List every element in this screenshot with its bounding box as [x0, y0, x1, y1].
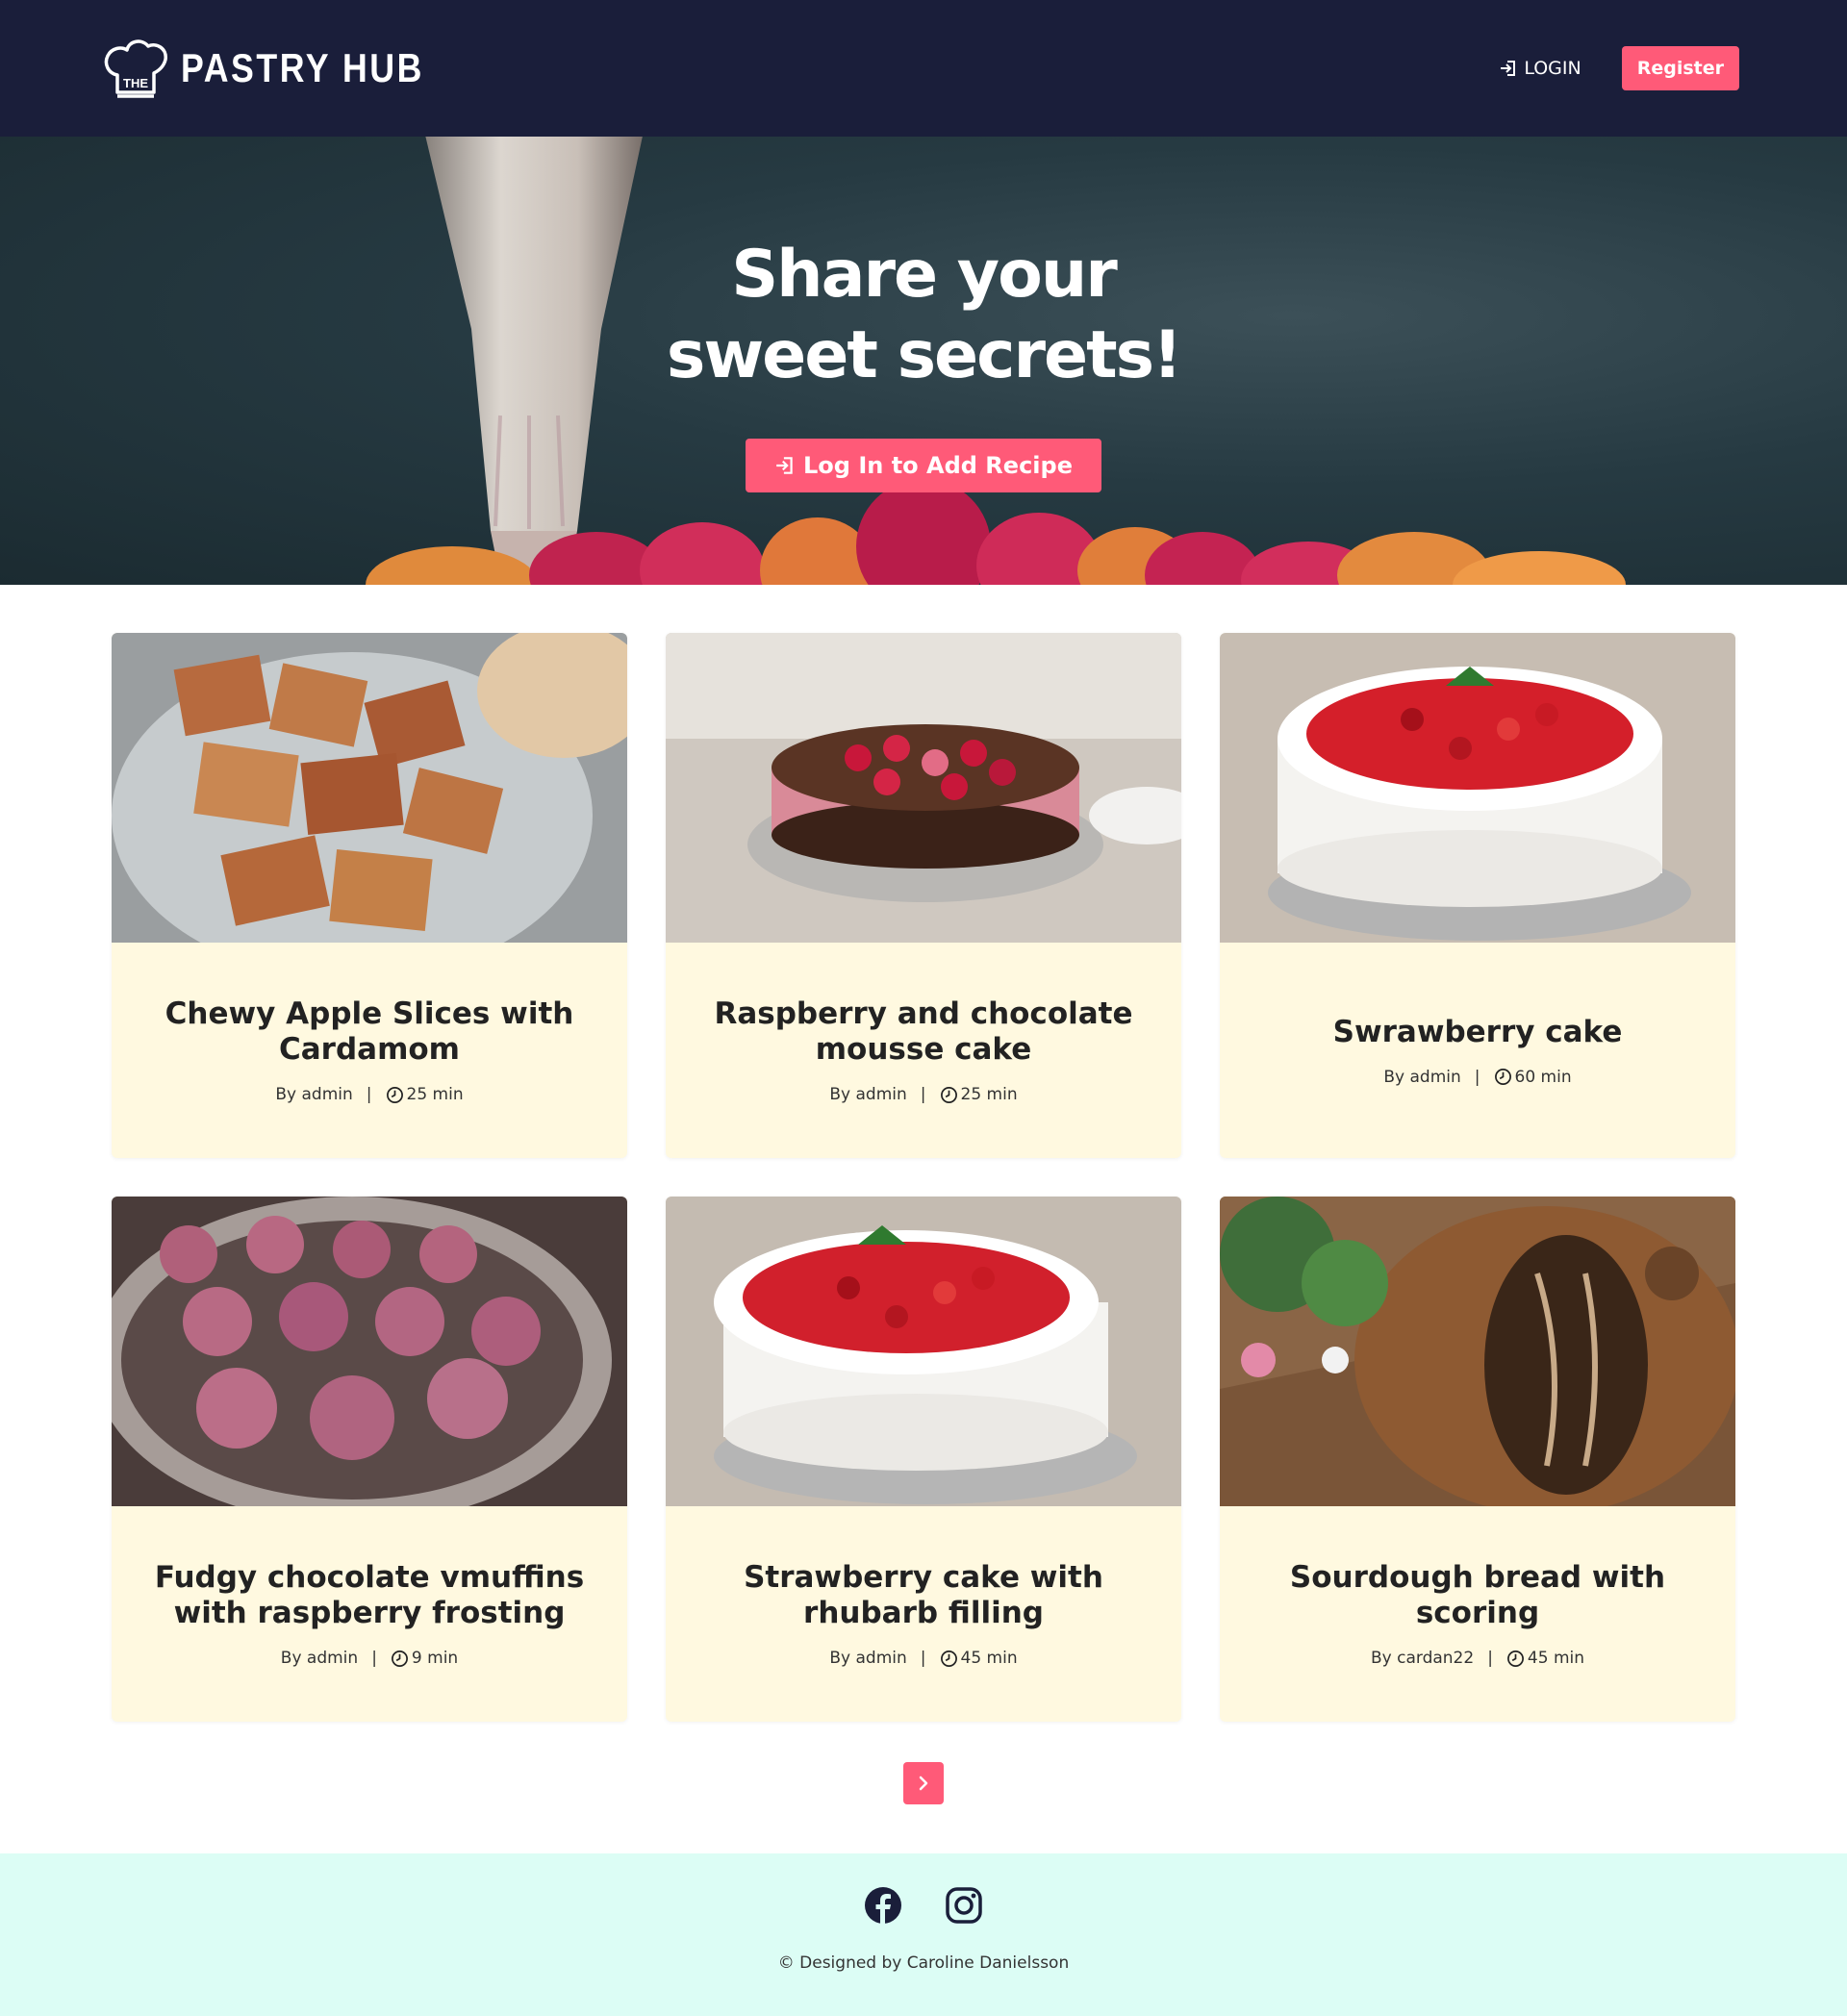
recipe-image-sourdough — [1220, 1197, 1735, 1506]
recipe-time-value: 9 min — [411, 1649, 459, 1668]
recipe-author: By admin — [275, 1085, 353, 1104]
recipe-time: 9 min — [391, 1649, 458, 1668]
recipe-image-mousse-cake — [666, 633, 1181, 943]
recipe-title[interactable]: Strawberry cake with rhubarb filling — [704, 1560, 1143, 1631]
meta-separator: | — [371, 1649, 377, 1668]
recipe-image-rhubarb-cake — [666, 1197, 1181, 1506]
recipe-time: 45 min — [1506, 1649, 1584, 1668]
recipe-time: 25 min — [386, 1085, 464, 1104]
recipe-author: By cardan22 — [1370, 1649, 1475, 1668]
recipe-title[interactable]: Raspberry and chocolate mousse cake — [704, 996, 1143, 1068]
recipe-card[interactable]: Sourdough bread with scoring By cardan22… — [1220, 1197, 1735, 1722]
recipe-title[interactable]: Sourdough bread with scoring — [1258, 1560, 1697, 1631]
add-recipe-login-button[interactable]: Log In to Add Recipe — [746, 439, 1101, 492]
recipe-image-strawberry-cake — [1220, 633, 1735, 943]
recipe-title[interactable]: Fudgy chocolate vmuffins with raspberry … — [150, 1560, 589, 1631]
chevron-right-icon — [919, 1776, 928, 1791]
recipe-card[interactable]: Swrawberry cake By admin | 60 min — [1220, 633, 1735, 1158]
clock-icon — [391, 1650, 408, 1667]
clock-icon — [1506, 1650, 1524, 1667]
recipe-meta: By admin | 9 min — [281, 1649, 458, 1668]
meta-separator: | — [1487, 1649, 1493, 1668]
login-icon — [1501, 61, 1516, 76]
instagram-icon[interactable] — [945, 1886, 983, 1925]
hero-content: Share your sweet secrets! Log In to Add … — [0, 137, 1847, 585]
recipe-card-body: Chewy Apple Slices with Cardamom By admi… — [112, 943, 627, 1158]
recipe-image-muffins — [112, 1197, 627, 1506]
navbar: THE PASTRY HUB LOGIN Register — [0, 0, 1847, 137]
clock-icon — [1494, 1069, 1511, 1085]
recipe-time-value: 60 min — [1514, 1067, 1572, 1087]
logo-text: THE — [123, 76, 148, 90]
footer: © Designed by Caroline Danielsson — [0, 1853, 1847, 2016]
meta-separator: | — [366, 1085, 372, 1104]
meta-separator: | — [1474, 1067, 1480, 1087]
recipe-card[interactable]: Raspberry and chocolate mousse cake By a… — [666, 633, 1181, 1158]
recipe-meta: By admin | 25 min — [275, 1085, 463, 1104]
recipe-grid: Chewy Apple Slices with Cardamom By admi… — [112, 633, 1735, 1722]
register-button[interactable]: Register — [1621, 46, 1739, 90]
recipe-card-body: Swrawberry cake By admin | 60 min — [1220, 943, 1735, 1158]
add-recipe-label: Log In to Add Recipe — [803, 452, 1073, 479]
hero-banner: Share your sweet secrets! Log In to Add … — [0, 137, 1847, 585]
recipe-title[interactable]: Swrawberry cake — [1333, 1015, 1623, 1050]
recipe-time-value: 45 min — [1527, 1649, 1585, 1668]
clock-icon — [940, 1086, 957, 1103]
recipe-card-body: Strawberry cake with rhubarb filling By … — [666, 1506, 1181, 1722]
recipe-card[interactable]: Strawberry cake with rhubarb filling By … — [666, 1197, 1181, 1722]
recipe-card-body: Sourdough bread with scoring By cardan22… — [1220, 1506, 1735, 1722]
recipe-time-value: 45 min — [960, 1649, 1018, 1668]
recipe-card-body: Fudgy chocolate vmuffins with raspberry … — [112, 1506, 627, 1722]
recipe-author: By admin — [280, 1649, 359, 1668]
recipe-title[interactable]: Chewy Apple Slices with Cardamom — [150, 996, 589, 1068]
login-link[interactable]: LOGIN — [1499, 58, 1581, 79]
login-icon — [776, 457, 793, 474]
recipe-time-value: 25 min — [406, 1085, 464, 1104]
recipe-card-body: Raspberry and chocolate mousse cake By a… — [666, 943, 1181, 1158]
footer-credit: © Designed by Caroline Danielsson — [777, 1953, 1070, 1973]
recipe-card[interactable]: Chewy Apple Slices with Cardamom By admi… — [112, 633, 627, 1158]
recipe-meta: By admin | 25 min — [829, 1085, 1017, 1104]
facebook-icon[interactable] — [864, 1886, 902, 1925]
meta-separator: | — [920, 1649, 926, 1668]
chef-hat-icon: THE — [104, 39, 167, 98]
recipe-author: By admin — [1383, 1067, 1461, 1087]
brand-name: PASTRY HUB — [181, 45, 424, 90]
nav-links: LOGIN Register — [1499, 46, 1739, 90]
social-links — [864, 1886, 983, 1925]
hero-title: Share your sweet secrets! — [666, 237, 1182, 393]
recipe-time: 45 min — [940, 1649, 1018, 1668]
recipe-meta: By admin | 45 min — [829, 1649, 1017, 1668]
next-page-button[interactable] — [903, 1762, 944, 1804]
recipe-author: By admin — [829, 1649, 907, 1668]
recipe-card[interactable]: Fudgy chocolate vmuffins with raspberry … — [112, 1197, 627, 1722]
recipe-time: 25 min — [940, 1085, 1018, 1104]
recipe-image-apple-slices — [112, 633, 627, 943]
recipe-time: 60 min — [1494, 1068, 1572, 1087]
brand-logo-link[interactable]: THE PASTRY HUB — [100, 33, 468, 104]
recipe-meta: By admin | 60 min — [1383, 1068, 1571, 1087]
clock-icon — [940, 1650, 957, 1667]
meta-separator: | — [920, 1085, 926, 1104]
recipe-meta: By cardan22 | 45 min — [1371, 1649, 1584, 1668]
clock-icon — [386, 1086, 403, 1103]
recipe-author: By admin — [829, 1085, 907, 1104]
recipe-time-value: 25 min — [960, 1085, 1018, 1104]
login-label: LOGIN — [1524, 58, 1581, 79]
